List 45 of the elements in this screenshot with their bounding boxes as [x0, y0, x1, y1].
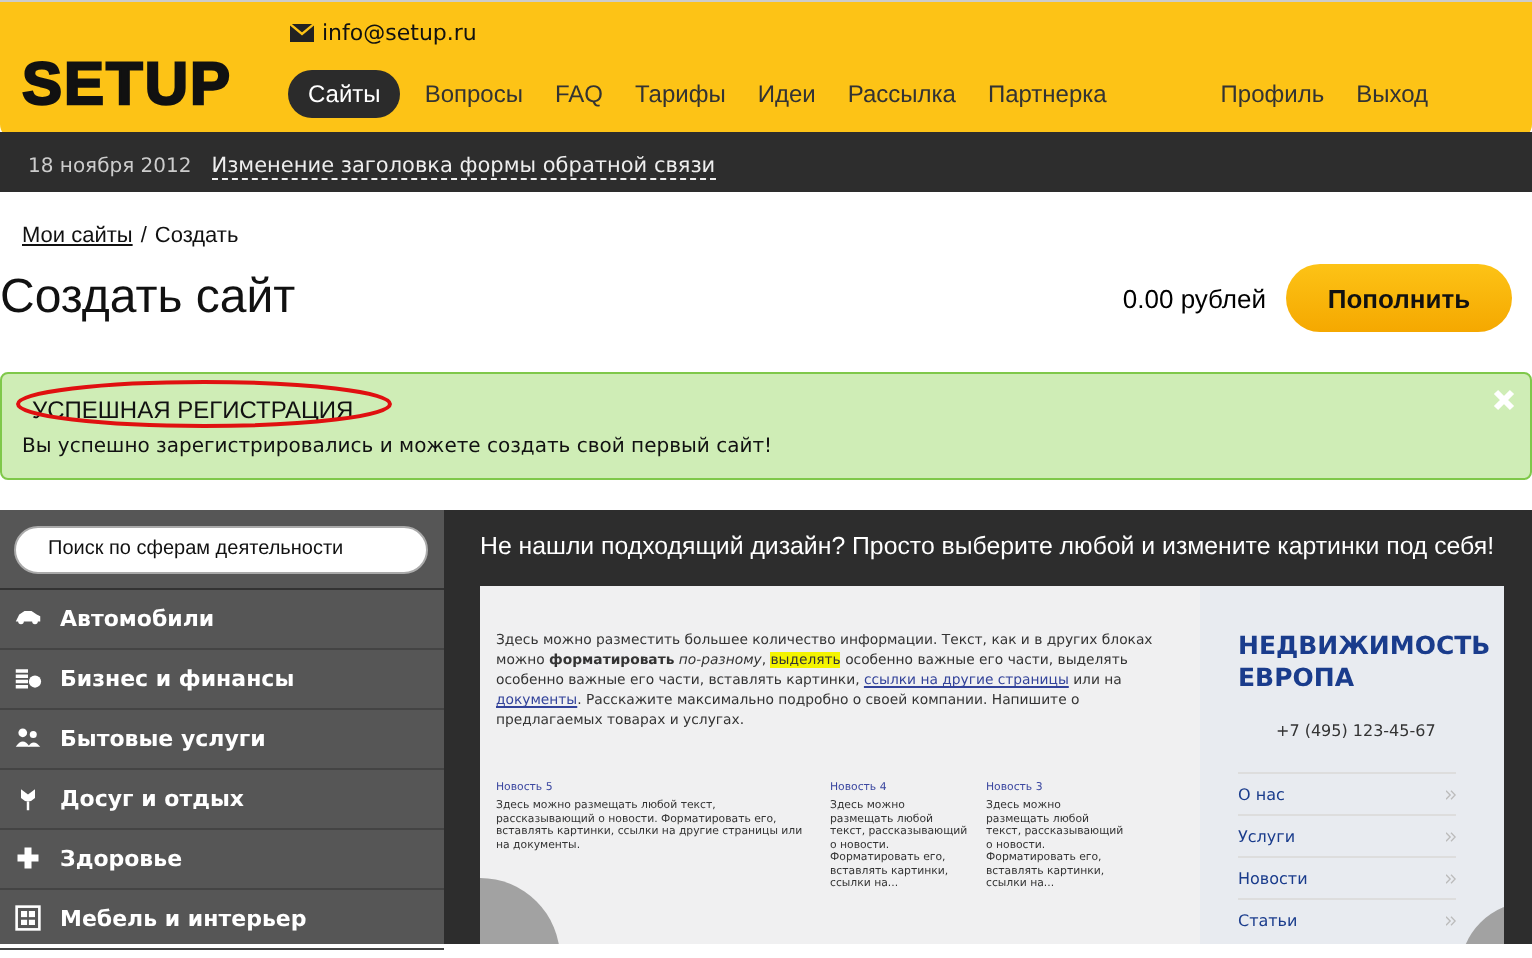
template-menu-item[interactable]: Услуги: [1238, 814, 1456, 856]
cabinet-icon: [14, 904, 42, 932]
nav-tab[interactable]: FAQ: [538, 70, 619, 118]
user-link[interactable]: Выход: [1340, 70, 1444, 118]
alert-title: УСПЕШНАЯ РЕГИСТРАЦИЯ: [30, 396, 354, 424]
people-icon: [14, 724, 42, 752]
top-up-button[interactable]: Пополнить: [1286, 264, 1512, 332]
logo[interactable]: SETUP: [22, 52, 288, 120]
breadcrumb-link[interactable]: Мои сайты: [22, 224, 133, 248]
page-title: Создать сайт: [0, 270, 296, 326]
nav-tab[interactable]: Рассылка: [831, 70, 972, 118]
envelope-icon: [290, 24, 314, 42]
news-date: 18 ноября 2012: [28, 155, 192, 177]
nav-tab[interactable]: Сайты: [288, 70, 401, 118]
promo-heading: Не нашли подходящий дизайн? Просто выберите любой и измените картинки под себя!: [480, 530, 1497, 564]
balance-amount: 0.00 рублей: [1122, 283, 1266, 313]
category-item[interactable]: Бизнес и финансы: [0, 649, 444, 709]
chevron-icon: [1446, 873, 1456, 883]
email-link[interactable]: info@setup.ru: [322, 20, 477, 46]
nav-tab[interactable]: Партнерка: [971, 70, 1123, 118]
template-menu-item[interactable]: Статьи: [1238, 898, 1456, 940]
breadcrumb-current: Создать: [154, 224, 239, 248]
template-menu-item[interactable]: О нас: [1238, 772, 1456, 814]
chevron-icon: [1446, 831, 1456, 841]
nav-tab[interactable]: Тарифы: [618, 70, 742, 118]
template-phone: +7 (495) 123-45-67: [1276, 722, 1438, 740]
search-field[interactable]: Поиск по сферам деятельности: [14, 525, 428, 573]
template-brand: НЕДВИЖИМОСТЬ ЕВРОПА: [1238, 630, 1484, 694]
coins-icon: [14, 664, 42, 692]
nav-tab[interactable]: Вопросы: [408, 70, 539, 118]
category-item[interactable]: Здоровье: [0, 829, 444, 889]
news-link[interactable]: Изменение заголовка формы обратной связи: [211, 153, 716, 179]
chevron-icon: [1446, 789, 1456, 799]
user-link[interactable]: Профиль: [1204, 70, 1341, 118]
category-item[interactable]: Автомобили: [0, 589, 444, 649]
breadcrumb-separator: /: [140, 224, 147, 248]
plus-icon: [14, 844, 42, 872]
category-item[interactable]: Досуг и отдых: [0, 769, 444, 829]
category-item[interactable]: Мебель и интерьер: [0, 889, 444, 949]
alert-message: Вы успешно зарегистрировались и можете создать свой первый сайт!: [22, 436, 775, 458]
chevron-icon: [1446, 915, 1456, 925]
template-menu-item[interactable]: Новости: [1238, 856, 1456, 898]
close-icon[interactable]: [1492, 388, 1516, 412]
category-item[interactable]: Бытовые услуги: [0, 709, 444, 769]
nav-tab[interactable]: Идеи: [741, 70, 832, 118]
